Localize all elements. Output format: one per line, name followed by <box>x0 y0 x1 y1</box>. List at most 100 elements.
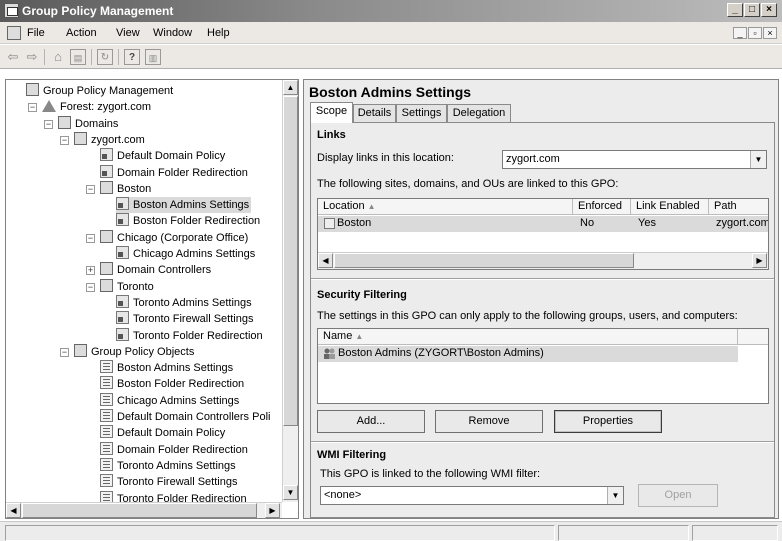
tab-details[interactable]: Details <box>353 104 396 122</box>
location-dropdown[interactable]: zygort.com ▼ <box>502 150 767 169</box>
scroll-thumb-horizontal[interactable] <box>22 503 257 518</box>
refresh-icon[interactable]: ↻ <box>97 49 113 65</box>
collapse-icon[interactable]: − <box>86 282 95 292</box>
scroll-right-icon[interactable]: ▶ <box>265 503 280 518</box>
link-enforced: No <box>580 217 595 229</box>
close-button[interactable]: × <box>761 3 777 17</box>
child-close-button[interactable]: × <box>763 27 777 39</box>
tree-item[interactable]: Default Domain Controllers Poli <box>100 409 270 425</box>
menu-file[interactable]: File <box>27 27 45 39</box>
tree-item[interactable]: zygort.com <box>74 131 145 148</box>
tab-scope[interactable]: Scope <box>310 102 353 123</box>
security-description: The settings in this GPO can only apply … <box>317 310 738 322</box>
tree-item[interactable]: Toronto Admins Settings <box>100 457 236 474</box>
dropdown-arrow-icon[interactable]: ▼ <box>607 487 623 504</box>
divider <box>311 278 774 280</box>
maximize-button[interactable]: □ <box>744 3 760 17</box>
tree-item[interactable]: Toronto Admins Settings <box>116 294 252 311</box>
tree-item[interactable]: Domain Folder Redirection <box>100 164 248 181</box>
gpo-link-icon <box>116 213 129 227</box>
table-row[interactable]: Boston No Yes zygort.com/ <box>318 216 768 232</box>
scroll-left-icon[interactable]: ◀ <box>318 253 333 268</box>
menu-help[interactable]: Help <box>207 27 230 39</box>
scroll-right-icon[interactable]: ▶ <box>752 253 767 268</box>
column-enforced[interactable]: Enforced <box>573 199 631 215</box>
scroll-left-icon[interactable]: ◀ <box>6 503 21 518</box>
column-name[interactable]: Name ▲ <box>318 329 738 345</box>
domain-icon <box>74 131 87 145</box>
forward-arrow-icon[interactable]: ⇨ <box>24 49 40 65</box>
tree-item-label: Forest: zygort.com <box>60 101 152 114</box>
tree-vertical-scrollbar[interactable]: ▲ ▼ <box>282 80 298 502</box>
properties-button[interactable]: Properties <box>554 410 662 433</box>
scroll-thumb[interactable] <box>283 96 298 426</box>
link-path: zygort.com/ <box>716 217 769 229</box>
menu-action[interactable]: Action <box>66 27 97 39</box>
column-link-enabled[interactable]: Link Enabled <box>631 199 709 215</box>
tree-item-label: Toronto <box>117 280 154 293</box>
back-arrow-icon[interactable]: ⇦ <box>5 49 21 65</box>
details-pane: Boston Admins Settings Scope Details Set… <box>303 79 779 519</box>
collapse-icon[interactable]: − <box>44 119 53 129</box>
tree-item[interactable]: Toronto <box>100 278 154 295</box>
gpo-icon <box>100 409 113 422</box>
column-path[interactable]: Path <box>709 199 768 215</box>
tab-delegation[interactable]: Delegation <box>447 104 511 122</box>
tree-item[interactable]: Boston Admins Settings <box>116 197 252 214</box>
open-button[interactable]: Open <box>638 484 718 507</box>
tree-item[interactable]: Toronto Firewall Settings <box>100 474 237 490</box>
tree-item[interactable]: Chicago Admins Settings <box>116 246 255 262</box>
tree-item[interactable]: Boston <box>100 180 151 197</box>
tree-horizontal-scrollbar[interactable]: ◀ ▶ <box>6 502 282 518</box>
links-list[interactable]: Location ▲ Enforced Link Enabled Path Bo… <box>317 198 769 270</box>
tree-item[interactable]: Toronto Folder Redirection <box>116 327 263 344</box>
show-hide-tree-icon[interactable]: ▤ <box>70 49 86 65</box>
scroll-down-icon[interactable]: ▼ <box>283 485 298 500</box>
security-list[interactable]: Name ▲ Boston Admins (ZYGORT\Boston Admi… <box>317 328 769 404</box>
tree-item[interactable]: Chicago (Corporate Office) <box>100 229 248 246</box>
remove-button[interactable]: Remove <box>435 410 543 433</box>
collapse-icon[interactable]: − <box>60 347 69 357</box>
help-icon[interactable]: ? <box>124 49 140 65</box>
add-button[interactable]: Add... <box>317 410 425 433</box>
links-horizontal-scrollbar[interactable]: ◀ ▶ <box>318 252 768 269</box>
expand-icon[interactable]: + <box>86 266 95 276</box>
tree-item[interactable]: Default Domain Policy <box>100 425 225 441</box>
tree-item[interactable]: Default Domain Policy <box>100 148 225 164</box>
column-location[interactable]: Location ▲ <box>318 199 573 215</box>
links-description: The following sites, domains, and OUs ar… <box>317 178 619 190</box>
tree-item[interactable]: Domain Folder Redirection <box>100 441 248 458</box>
gpo-link-icon <box>116 246 129 259</box>
tree-item[interactable]: Domains <box>58 115 118 132</box>
tree-item[interactable]: Boston Admins Settings <box>100 360 233 376</box>
tab-settings[interactable]: Settings <box>396 104 447 122</box>
wmi-filter-dropdown[interactable]: <none> ▼ <box>320 486 624 505</box>
document-icon <box>7 26 21 40</box>
table-row[interactable]: Boston Admins (ZYGORT\Boston Admins) <box>318 346 738 362</box>
collapse-icon[interactable]: − <box>86 233 95 243</box>
tree-item[interactable]: Forest: zygort.com <box>42 99 151 115</box>
child-minimize-button[interactable]: _ <box>733 27 747 39</box>
action-pane-icon[interactable]: ▥ <box>145 49 161 65</box>
tree-item[interactable]: Group Policy Objects <box>74 343 194 360</box>
tree-item[interactable]: Toronto Firewall Settings <box>116 311 253 327</box>
menu-view[interactable]: View <box>116 27 140 39</box>
menu-window[interactable]: Window <box>153 27 192 39</box>
tree-item[interactable]: Domain Controllers <box>100 262 211 278</box>
collapse-icon[interactable]: − <box>60 135 69 145</box>
dropdown-arrow-icon[interactable]: ▼ <box>750 151 766 168</box>
child-restore-button[interactable]: ▫ <box>748 27 762 39</box>
tree-item[interactable]: Boston Folder Redirection <box>116 213 260 229</box>
status-bar <box>0 521 782 541</box>
collapse-icon[interactable]: − <box>86 184 95 194</box>
scroll-up-icon[interactable]: ▲ <box>283 80 298 95</box>
scroll-thumb-horizontal[interactable] <box>334 253 634 268</box>
up-folder-icon[interactable]: ⌂ <box>50 49 66 65</box>
minimize-button[interactable]: _ <box>727 3 743 17</box>
tree-item[interactable]: Group Policy Management <box>26 83 173 99</box>
tree-item-label: Domain Controllers <box>117 264 212 277</box>
gpo-link-icon <box>116 311 129 325</box>
collapse-icon[interactable]: − <box>28 103 37 113</box>
tree-item[interactable]: Chicago Admins Settings <box>100 392 239 409</box>
tree-item[interactable]: Boston Folder Redirection <box>100 376 244 392</box>
